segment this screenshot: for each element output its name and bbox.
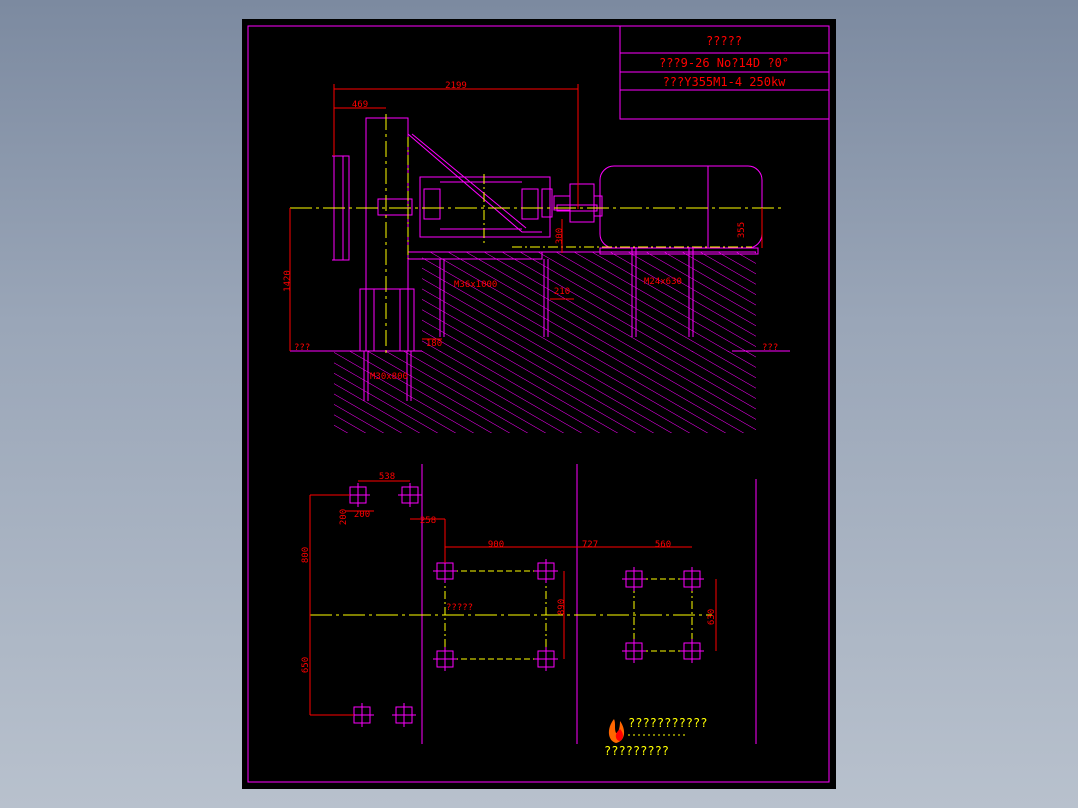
dim-727: 727 [582, 540, 598, 550]
dim-538: 538 [379, 472, 395, 482]
bolt-m24: M24x630 [644, 277, 682, 287]
company-name: ????????? [604, 744, 669, 758]
company-logo: ??????????? ????????? [604, 716, 707, 758]
dim-890: 890 [557, 599, 567, 615]
plan-dimensions: 538 200 200 258 800 650 900 727 560 890 … [301, 472, 717, 716]
fan-model-text: ???9-26 No?14D ?0° [659, 56, 789, 70]
title-block: ????? ???9-26 No?14D ?0° ???Y355M1-4 250… [619, 25, 830, 120]
bolt-m30: M30x800 [370, 372, 408, 382]
dim-200-a: 200 [339, 509, 349, 525]
dim-2199: 2199 [445, 81, 467, 91]
foundation-hatch [290, 251, 790, 433]
dim-1420: 1420 [283, 270, 293, 292]
dim-258: 258 [420, 516, 436, 526]
dim-200-b: 200 [354, 510, 370, 520]
dim-650: 650 [301, 657, 311, 673]
motor [593, 165, 763, 255]
ground-right-label: ??? [762, 343, 778, 353]
title-text: ????? [706, 34, 742, 48]
motor-model-text: ???Y355M1-4 250kw [663, 75, 787, 89]
dim-469: 469 [352, 100, 368, 110]
ground-left-label: ??? [294, 343, 310, 353]
dim-210: 210 [554, 287, 570, 297]
axis-label: ????? [446, 603, 473, 613]
dim-630: 630 [707, 609, 717, 625]
dim-800: 800 [301, 547, 311, 563]
logo-text: ??????????? [628, 716, 707, 730]
plan-bolt-pads [346, 483, 704, 727]
dim-355: 355 [737, 222, 747, 238]
bolt-m36: M36x1000 [454, 280, 497, 290]
dim-180: 180 [426, 339, 442, 349]
drawing-sheet: ????? ???9-26 No?14D ?0° ???Y355M1-4 250… [242, 19, 836, 789]
dim-900: 900 [488, 540, 504, 550]
dim-300: 300 [555, 228, 565, 244]
dim-560: 560 [655, 540, 671, 550]
cad-drawing: ????? ???9-26 No?14D ?0° ???Y355M1-4 250… [247, 25, 830, 783]
